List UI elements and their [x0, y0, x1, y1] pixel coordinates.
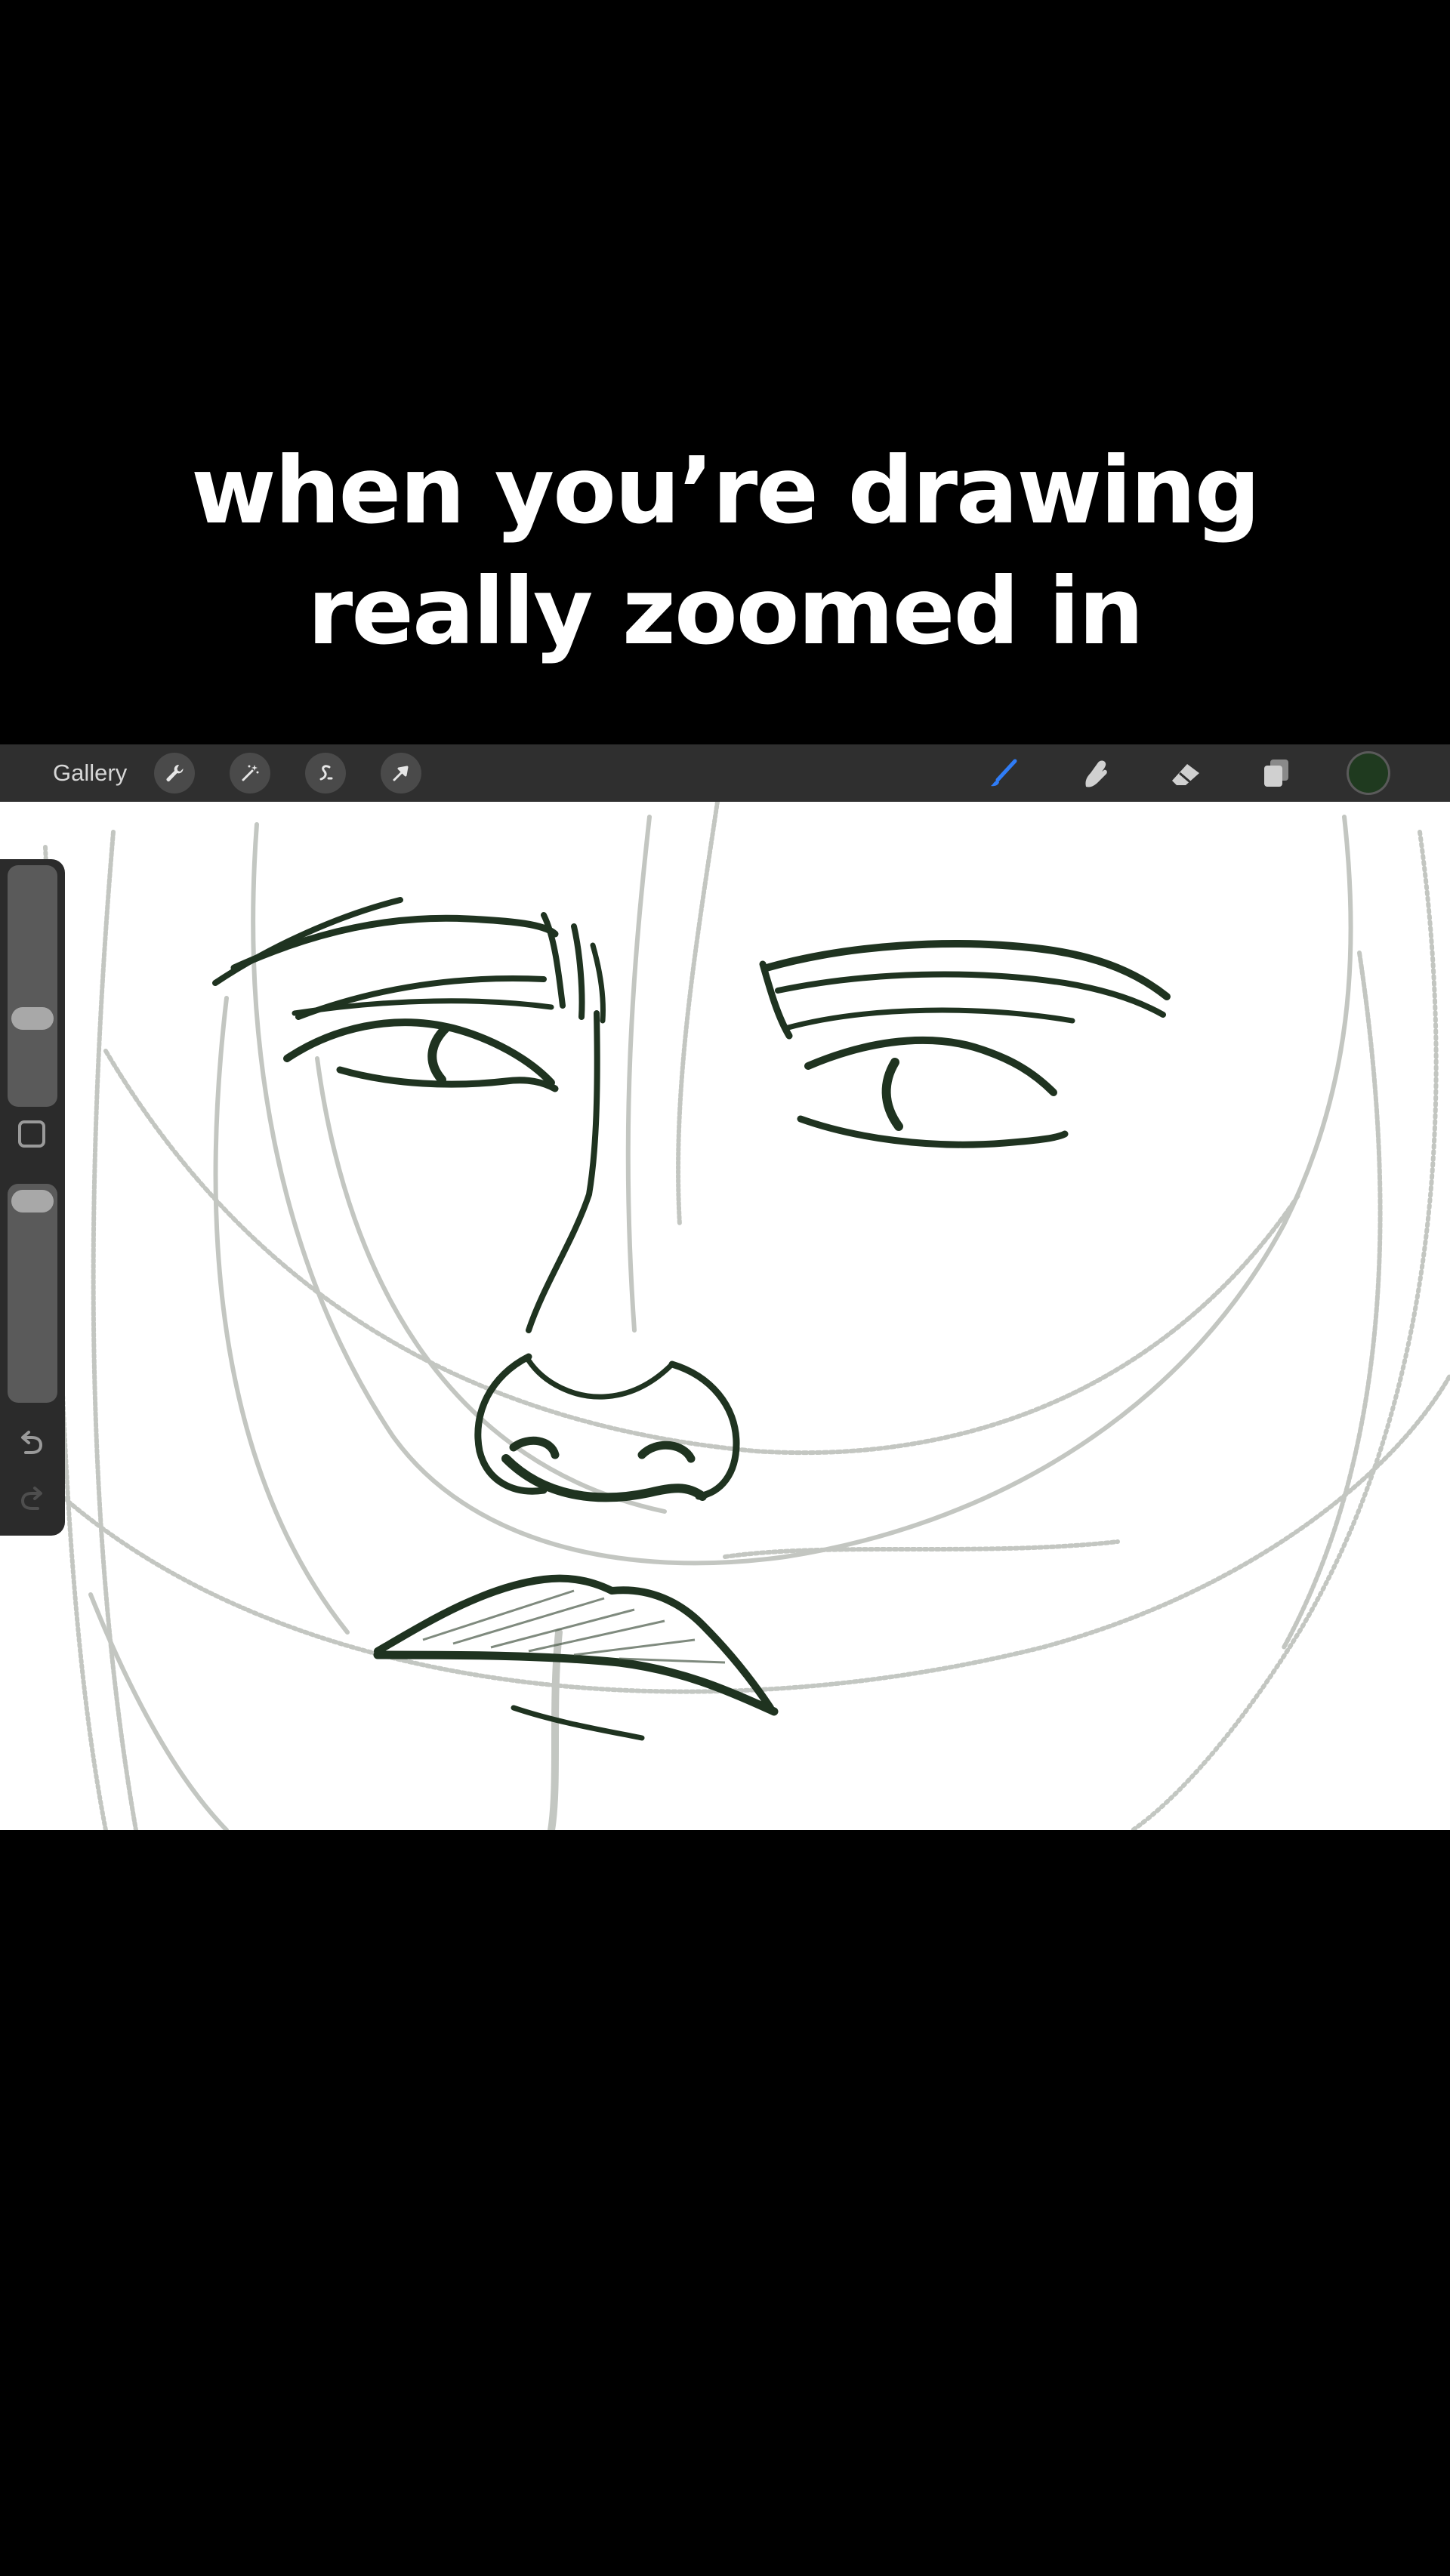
brush-tool-button[interactable]	[985, 753, 1024, 793]
modify-square-icon[interactable]	[18, 1120, 45, 1148]
selection-icon	[319, 765, 333, 781]
eraser-tool-button[interactable]	[1166, 753, 1205, 793]
caption-line-2: really zoomed in	[307, 558, 1144, 665]
magic-wand-icon	[242, 765, 259, 781]
smudge-icon	[1085, 760, 1107, 787]
adjustments-button[interactable]	[230, 753, 270, 793]
selection-button[interactable]	[305, 753, 346, 793]
gallery-button[interactable]: Gallery	[53, 757, 127, 789]
brush-size-knob[interactable]	[11, 1007, 54, 1030]
layers-button[interactable]	[1257, 753, 1296, 793]
caption-text: when you’re drawing really zoomed in	[0, 430, 1450, 672]
face-sketch	[43, 802, 1450, 1830]
layers-icon	[1264, 760, 1288, 787]
smudge-tool-button[interactable]	[1075, 753, 1115, 793]
caption-line-1: when you’re drawing	[190, 437, 1260, 544]
actions-button[interactable]	[154, 753, 195, 793]
transform-arrow-icon	[393, 766, 409, 781]
color-picker-button[interactable]	[1349, 753, 1388, 793]
drawing-canvas[interactable]	[0, 802, 1450, 1830]
transform-button[interactable]	[381, 753, 421, 793]
opacity-knob[interactable]	[11, 1190, 54, 1213]
brush-size-slider[interactable]	[8, 865, 57, 1107]
left-sidebar	[0, 859, 65, 1536]
wrench-icon	[166, 764, 184, 781]
top-toolbar: Gallery	[0, 744, 1450, 802]
brush-icon	[991, 759, 1017, 787]
opacity-slider[interactable]	[8, 1184, 57, 1403]
redo-icon[interactable]	[14, 1480, 50, 1516]
undo-icon[interactable]	[14, 1424, 50, 1460]
eraser-icon	[1172, 764, 1199, 785]
